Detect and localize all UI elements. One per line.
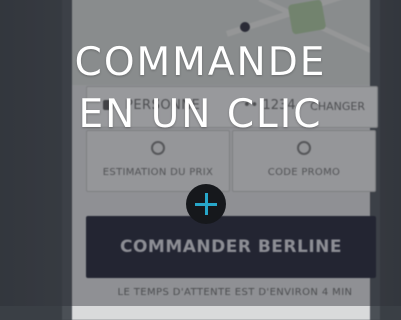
expand-plus-button[interactable] xyxy=(186,184,226,224)
headline-line-2: EN UN CLIC xyxy=(78,92,323,137)
headline-line-1: COMMANDE xyxy=(74,40,327,85)
plus-icon xyxy=(205,193,208,215)
